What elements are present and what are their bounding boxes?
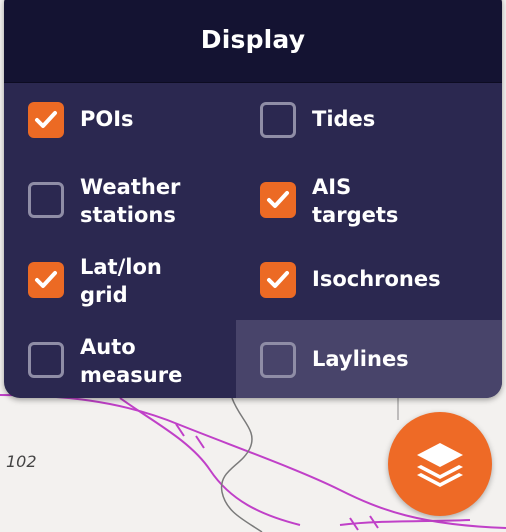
checkmark-icon [35,111,57,128]
option-laylines[interactable]: Laylines [236,320,502,398]
checkbox-ais-targets[interactable] [260,182,296,218]
option-isochrones[interactable]: Isochrones [236,240,468,320]
display-panel: Display POIs Tides Weather stations AIS … [4,0,502,398]
panel-title: Display [200,25,306,54]
checkmark-icon [35,271,57,288]
option-label-ais-targets: AIS targets [312,175,399,227]
checkbox-weather-stations[interactable] [28,182,64,218]
checkbox-auto-measure[interactable] [28,342,64,378]
option-pois[interactable]: POIs [4,80,236,160]
option-label-tides: Tides [312,107,376,131]
layers-button[interactable] [388,412,492,516]
checkbox-lat-lon-grid[interactable] [28,262,64,298]
option-label-laylines: Laylines [312,347,409,371]
option-auto-measure[interactable]: Auto measure [4,320,236,398]
option-label-pois: POIs [80,107,134,131]
option-label-weather-stations: Weather stations [80,175,181,227]
app-screen: 102 Display POIs Tides Weather stations … [0,0,506,532]
checkbox-isochrones[interactable] [260,262,296,298]
checkmark-icon [267,191,289,208]
option-lat-lon-grid[interactable]: Lat/lon grid [4,240,236,320]
layers-icon [417,443,463,487]
panel-header: Display [4,0,502,83]
depth-sounding-label: 102 [6,452,37,471]
checkmark-icon [267,271,289,288]
option-label-lat-lon-grid: Lat/lon grid [80,255,162,307]
checkbox-laylines[interactable] [260,342,296,378]
option-label-isochrones: Isochrones [312,267,441,291]
checkbox-tides[interactable] [260,102,296,138]
checkbox-pois[interactable] [28,102,64,138]
option-tides[interactable]: Tides [236,80,468,160]
option-weather-stations[interactable]: Weather stations [4,160,236,240]
option-label-auto-measure: Auto measure [80,335,183,387]
option-ais-targets[interactable]: AIS targets [236,160,468,240]
